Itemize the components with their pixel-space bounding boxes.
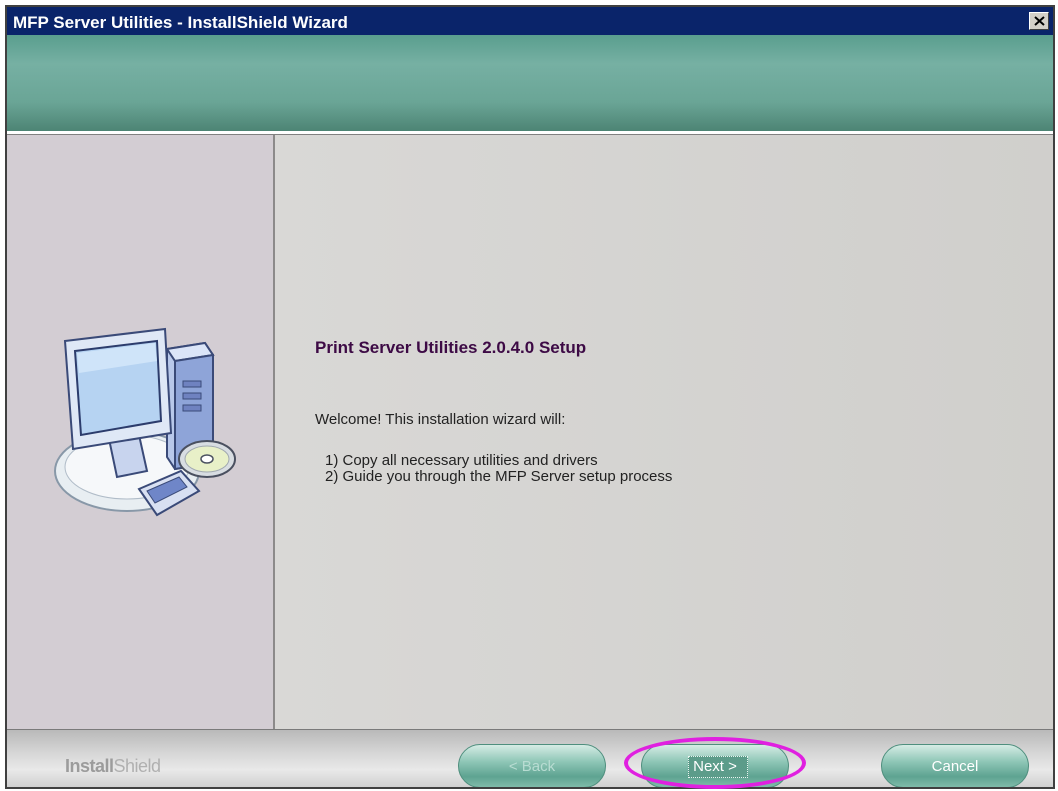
- cancel-button[interactable]: Cancel: [881, 744, 1029, 787]
- back-button[interactable]: < Back: [458, 744, 606, 787]
- installer-window: MFP Server Utilities - InstallShield Wiz…: [5, 5, 1055, 789]
- title-bar: MFP Server Utilities - InstallShield Wiz…: [7, 7, 1053, 35]
- logo-thin-text: Shield: [113, 756, 162, 776]
- side-panel: [7, 135, 275, 729]
- window-title: MFP Server Utilities - InstallShield Wiz…: [13, 13, 348, 32]
- content-panel: Print Server Utilities 2.0.4.0 Setup Wel…: [275, 135, 1053, 729]
- computer-setup-illustration: [54, 327, 236, 517]
- cancel-button-label: Cancel: [931, 758, 979, 775]
- next-button-label: Next >: [693, 758, 737, 775]
- steps-list: 1) Copy all necessary utilities and driv…: [325, 453, 672, 485]
- footer-bar: InstallShield < Back Next > Cancel: [7, 729, 1053, 787]
- logo-bold-text: Install: [65, 756, 114, 776]
- back-button-label: < Back: [508, 758, 556, 775]
- close-button[interactable]: [1029, 12, 1049, 30]
- welcome-text: Welcome! This installation wizard will:: [315, 411, 566, 428]
- step-item: 1) Copy all necessary utilities and driv…: [325, 452, 598, 469]
- step-item: 2) Guide you through the MFP Server setu…: [325, 468, 673, 485]
- close-icon: [1034, 16, 1045, 26]
- header-banner: [7, 35, 1053, 131]
- setup-title: Print Server Utilities 2.0.4.0 Setup: [315, 338, 587, 357]
- next-button[interactable]: Next >: [641, 744, 789, 787]
- installshield-logo: InstallShield: [65, 756, 161, 777]
